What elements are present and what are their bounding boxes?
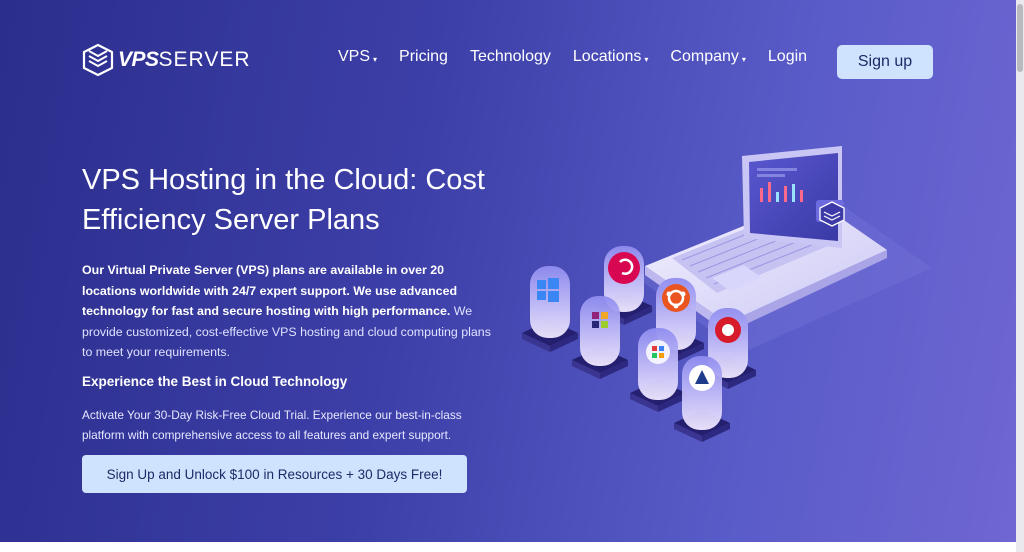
trial-paragraph: Activate Your 30-Day Risk-Free Cloud Tri… xyxy=(82,408,462,442)
vertical-scrollbar[interactable] xyxy=(1016,0,1024,552)
logo[interactable]: VPS SERVER xyxy=(82,43,251,77)
logo-cube-icon xyxy=(82,43,114,77)
section-subheading: Experience the Best in Cloud Technology xyxy=(82,374,348,389)
nav-item-label: Locations xyxy=(572,48,642,65)
nav-item-company[interactable]: Company ▾ xyxy=(670,48,746,66)
hero-section: VPS SERVER VPS ▾ Pricing Technology Loca… xyxy=(0,0,1016,542)
page-title: VPS Hosting in the Cloud: Cost Efficienc… xyxy=(82,160,522,240)
nav-item-pricing[interactable]: Pricing xyxy=(399,48,448,66)
windows-icon xyxy=(522,266,578,352)
logo-bold-text: VPS xyxy=(118,48,159,71)
chevron-down-icon: ▾ xyxy=(741,54,746,64)
cta-signup-button[interactable]: Sign Up and Unlock $100 in Resources + 3… xyxy=(82,455,467,493)
nav-item-locations[interactable]: Locations ▾ xyxy=(573,48,649,66)
headline-line-2: Efficiency Server Plans xyxy=(82,204,380,236)
nav-item-label: Company xyxy=(670,48,739,65)
chevron-down-icon: ▾ xyxy=(373,54,378,64)
nav-item-label: Login xyxy=(767,48,808,65)
headline-line-1: VPS Hosting in the Cloud: Cost xyxy=(82,164,485,196)
nav-item-login[interactable]: Login xyxy=(768,48,807,66)
nav-item-vps[interactable]: VPS ▾ xyxy=(338,48,377,66)
logo-rest-text: SERVER xyxy=(158,48,251,71)
nav-item-technology[interactable]: Technology xyxy=(470,48,551,66)
cube-badge-icon xyxy=(819,201,845,227)
nav-item-label: Technology xyxy=(469,48,551,65)
scrollbar-thumb[interactable] xyxy=(1017,4,1023,72)
chevron-down-icon: ▾ xyxy=(644,54,649,64)
page-bottom-edge xyxy=(0,542,1016,552)
intro-strong-text: Our Virtual Private Server (VPS) plans a… xyxy=(82,263,458,318)
hero-illustration xyxy=(522,146,932,442)
nav-item-label: VPS xyxy=(338,48,371,65)
logo-wordmark: VPS SERVER xyxy=(118,48,251,72)
signup-button[interactable]: Sign up xyxy=(837,45,933,79)
nav-item-label: Pricing xyxy=(399,48,448,65)
main-nav: VPS ▾ Pricing Technology Locations ▾ Com… xyxy=(338,48,829,66)
intro-paragraph: Our Virtual Private Server (VPS) plans a… xyxy=(82,260,492,363)
